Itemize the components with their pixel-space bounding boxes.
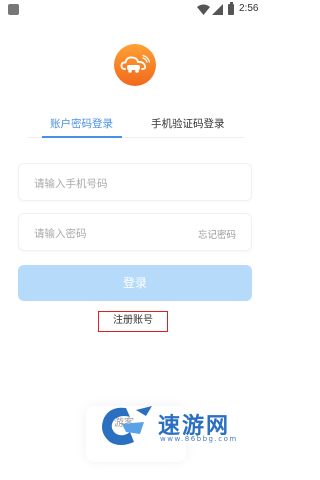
wifi-icon [197, 4, 210, 15]
active-tab-indicator [42, 136, 122, 138]
battery-icon [228, 2, 234, 15]
password-input[interactable]: 请输入密码 忘记密码 [18, 213, 252, 251]
tab-sms-login[interactable]: 手机验证码登录 [151, 116, 225, 131]
app-logo [114, 44, 156, 86]
password-placeholder: 请输入密码 [34, 228, 87, 240]
notification-icon [8, 4, 19, 15]
login-tabs: 账户密码登录 手机验证码登录 [28, 112, 244, 138]
tab-password-login[interactable]: 账户密码登录 [50, 116, 113, 131]
cloud-car-icon [120, 54, 150, 73]
phone-input[interactable]: 请输入手机号码 [18, 163, 252, 201]
register-link[interactable]: 注册账号 [98, 311, 168, 332]
status-time: 2:56 [239, 3, 259, 14]
watermark-logo-icon [102, 406, 152, 445]
forgot-password-link[interactable]: 忘记密码 [198, 227, 236, 241]
site-watermark: 速游网 www.86bbg.com [96, 402, 266, 450]
login-button[interactable]: 登录 [18, 265, 252, 301]
cell-signal-icon [212, 4, 223, 15]
phone-placeholder: 请输入手机号码 [34, 178, 108, 190]
status-bar: 2:56 [0, 0, 270, 20]
watermark-url: www.86bbg.com [160, 435, 238, 443]
